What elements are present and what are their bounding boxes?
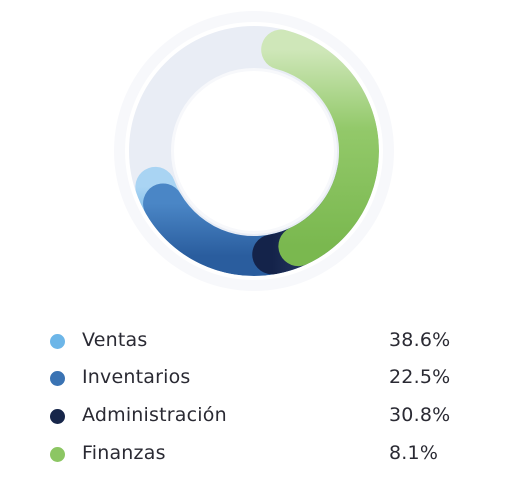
donut-chart-svg [114, 11, 394, 291]
legend-value: 8.1% [389, 442, 439, 464]
legend-item-ventas: Ventas 38.6% [0, 326, 507, 356]
legend-swatch [50, 334, 65, 349]
legend-item-inventarios: Inventarios 22.5% [0, 363, 507, 393]
legend-value: 30.8% [389, 404, 451, 426]
legend-value: 38.6% [389, 329, 451, 351]
legend-label: Finanzas [82, 442, 166, 464]
legend-label: Administración [82, 404, 227, 426]
legend-item-finanzas: Finanzas 8.1% [0, 439, 507, 469]
legend-swatch [50, 447, 65, 462]
donut-chart [0, 0, 507, 310]
legend-swatch [50, 371, 65, 386]
legend-item-administracion: Administración 30.8% [0, 401, 507, 431]
legend-value: 22.5% [389, 366, 451, 388]
legend-swatch [50, 409, 65, 424]
donut-hole [174, 71, 334, 231]
legend-label: Inventarios [82, 366, 191, 388]
legend-label: Ventas [82, 329, 148, 351]
